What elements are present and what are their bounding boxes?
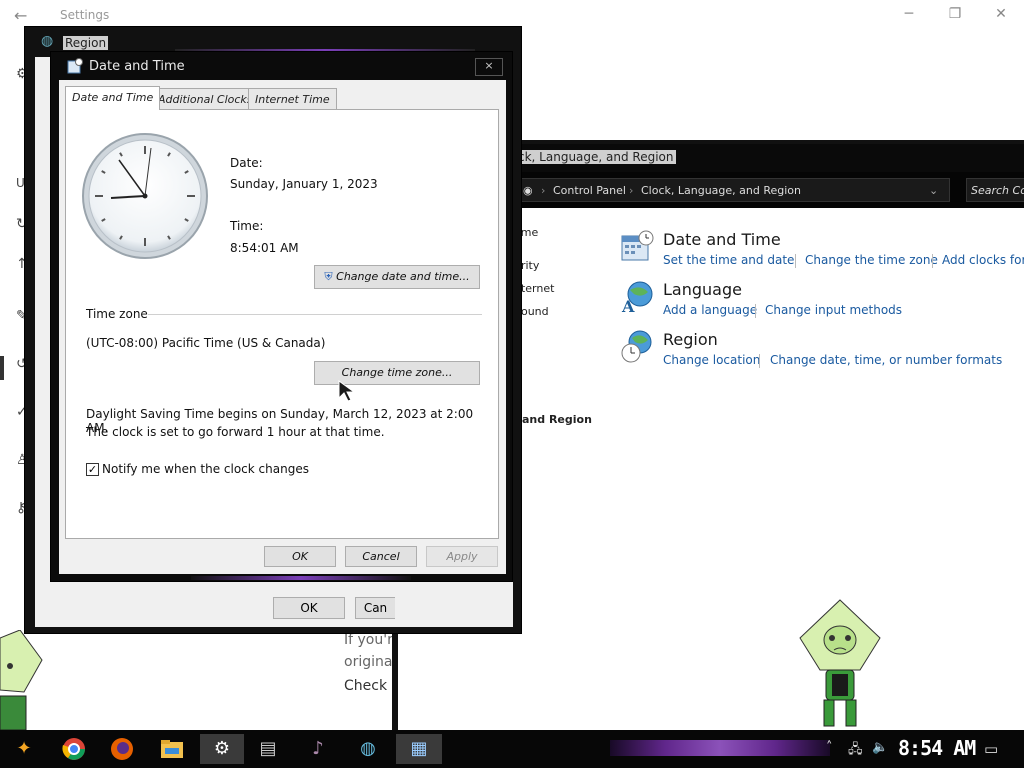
apply-button[interactable]: Apply	[426, 546, 498, 567]
link-add-language[interactable]: Add a language	[663, 303, 757, 317]
tab-internet-time[interactable]: Internet Time	[248, 88, 337, 109]
change-date-and-time-label: Change date and time...	[336, 270, 470, 283]
volume-icon[interactable]: 🔈	[872, 740, 888, 755]
time-label: Time:	[230, 219, 264, 233]
restore-icon[interactable]: ❐	[940, 6, 970, 22]
mascot-character-image	[799, 599, 881, 727]
settings-body-line: Check I	[344, 678, 396, 694]
link-separator	[755, 304, 756, 318]
breadcrumb-clock-language-region[interactable]: Clock, Language, and Region	[641, 184, 801, 197]
tab-additional-clocks[interactable]: Additional Clocks	[151, 88, 260, 109]
link-separator	[932, 254, 933, 268]
control-panel-icon[interactable]: ▤	[250, 734, 286, 764]
mouse-cursor-icon	[338, 380, 356, 402]
category-language[interactable]: Language	[663, 280, 742, 299]
link-change-location[interactable]: Change location	[663, 353, 760, 367]
tab-date-and-time[interactable]: Date and Time	[65, 86, 161, 110]
language-globe-icon[interactable]: A	[620, 280, 654, 314]
category-date-and-time[interactable]: Date and Time	[663, 230, 781, 249]
back-arrow-icon[interactable]: ←	[14, 6, 27, 25]
link-add-clocks[interactable]: Add clocks for	[942, 253, 1024, 267]
svg-text:A: A	[621, 297, 635, 314]
dst-notice-line: The clock is set to go forward 1 hour at…	[86, 425, 385, 439]
link-change-formats[interactable]: Change date, time, or number formats	[770, 353, 1002, 367]
firefox-icon[interactable]	[104, 734, 140, 764]
date-time-small-icon	[67, 58, 83, 74]
active-rail-indicator	[0, 356, 4, 380]
shield-icon: ⛨	[324, 270, 333, 283]
search-input[interactable]: Search Co	[966, 178, 1024, 202]
timezone-heading: Time zone	[86, 307, 148, 321]
minimize-icon[interactable]: ─	[894, 6, 924, 22]
settings-icon[interactable]: ⚙	[200, 734, 244, 764]
settings-body-line: origina	[344, 654, 393, 670]
link-change-time-zone[interactable]: Change the time zone	[805, 253, 938, 267]
chevron-up-icon[interactable]: ˄	[826, 740, 833, 755]
dropdown-chevron-icon[interactable]: ⌄	[929, 184, 938, 197]
region-ok-button[interactable]: OK	[273, 597, 345, 619]
category-region[interactable]: Region	[663, 330, 718, 349]
breadcrumb-chevron-icon: ›	[629, 184, 634, 197]
chrome-icon[interactable]	[56, 734, 92, 764]
file-explorer-icon[interactable]	[154, 734, 190, 764]
timezone-value: (UTC-08:00) Pacific Time (US & Canada)	[86, 336, 326, 350]
media-player-icon[interactable]: ♪	[300, 734, 336, 764]
date-time-title: Date and Time	[89, 59, 185, 74]
region-cancel-button[interactable]: Can	[355, 597, 395, 619]
cancel-button[interactable]: Cancel	[345, 546, 417, 567]
purple-stripe-decoration	[610, 740, 830, 756]
calendar-clock-icon[interactable]	[620, 230, 654, 264]
close-icon[interactable]: ×	[475, 58, 503, 76]
settings-title: Settings	[60, 8, 110, 22]
control-panel-title: ck, Language, and Region	[516, 150, 676, 164]
breadcrumb-control-panel[interactable]: Control Panel	[553, 184, 626, 197]
ok-button[interactable]: OK	[264, 546, 336, 567]
mascot-character-image	[0, 630, 43, 730]
address-bar[interactable]: ◉ › Control Panel › Clock, Language, and…	[518, 178, 950, 202]
breadcrumb-chevron-icon: ›	[541, 184, 546, 197]
notify-label: Notify me when the clock changes	[102, 462, 309, 476]
date-time-icon[interactable]: ▦	[396, 734, 442, 764]
region-globe-clock-icon[interactable]	[620, 330, 654, 364]
analog-clock-icon	[82, 133, 208, 259]
time-value: 8:54:01 AM	[230, 241, 299, 255]
date-time-titlebar: Date and Time	[61, 52, 501, 80]
timezone-divider	[148, 314, 482, 315]
region-globe-icon: ◍	[41, 33, 54, 49]
link-change-input-methods[interactable]: Change input methods	[765, 303, 902, 317]
notify-checkbox[interactable]: ✓	[86, 463, 99, 476]
change-date-and-time-button[interactable]: ⛨ Change date and time...	[314, 265, 480, 289]
notification-icon[interactable]: ▭	[984, 740, 998, 758]
taskbar-clock[interactable]: 8:54 AM	[898, 736, 976, 760]
control-panel-small-icon: ◉	[523, 184, 533, 197]
region-icon[interactable]: ◍	[350, 734, 386, 764]
date-time-tab-panel: Date: Sunday, January 1, 2023 Time: 8:54…	[65, 109, 499, 539]
date-and-time-dialog: Date and Time × Date and Time Additional…	[50, 51, 513, 582]
network-icon[interactable]: 🖧	[848, 740, 863, 762]
taskbar: ✦ ⚙ ▤ ♪ ◍ ▦ ˄ 🖧 🔈 8:54 AM ▭	[0, 730, 1024, 768]
region-title: Region	[63, 36, 109, 50]
purple-glow-decoration	[191, 576, 411, 580]
close-icon[interactable]: ✕	[986, 6, 1016, 22]
link-separator	[759, 354, 760, 368]
date-time-client-area: Date and Time Additional Clocks Internet…	[59, 80, 506, 574]
settings-body-line: If you'r	[344, 632, 393, 648]
left-nav-clock-region[interactable]: , and Region	[514, 413, 592, 426]
date-value: Sunday, January 1, 2023	[230, 177, 378, 191]
date-label: Date:	[230, 156, 263, 170]
start-icon[interactable]: ✦	[6, 734, 42, 764]
link-separator	[795, 254, 796, 268]
link-set-time-and-date[interactable]: Set the time and date	[663, 253, 794, 267]
